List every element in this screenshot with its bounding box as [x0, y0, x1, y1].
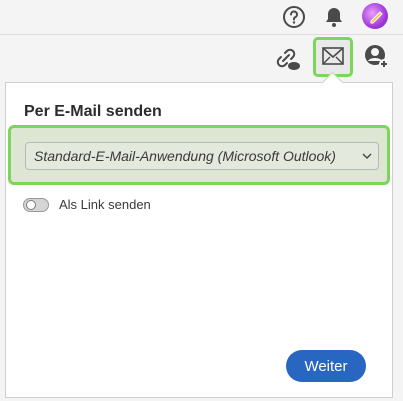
next-button[interactable]: Weiter	[286, 350, 366, 382]
send-by-email-button[interactable]	[313, 37, 353, 77]
send-email-panel: Per E-Mail senden Standard-E-Mail-Anwend…	[5, 82, 393, 398]
avatar[interactable]	[362, 3, 388, 29]
help-circle-icon[interactable]	[282, 5, 306, 29]
bell-icon[interactable]	[322, 5, 346, 29]
email-app-highlight: Standard-E-Mail-Anwendung (Microsoft Out…	[8, 125, 390, 185]
email-app-select-value: Standard-E-Mail-Anwendung (Microsoft Out…	[34, 148, 336, 164]
email-app-select[interactable]: Standard-E-Mail-Anwendung (Microsoft Out…	[25, 142, 379, 170]
send-as-link-toggle[interactable]	[23, 198, 49, 212]
mail-icon	[322, 47, 344, 65]
panel-title: Per E-Mail senden	[24, 103, 162, 120]
user-add-icon[interactable]	[363, 43, 391, 71]
top-bar	[0, 0, 403, 35]
toggle-knob	[26, 200, 36, 210]
send-as-link-label: Als Link senden	[59, 197, 151, 212]
chevron-down-icon	[362, 153, 372, 160]
link-cloud-icon[interactable]	[273, 45, 301, 73]
